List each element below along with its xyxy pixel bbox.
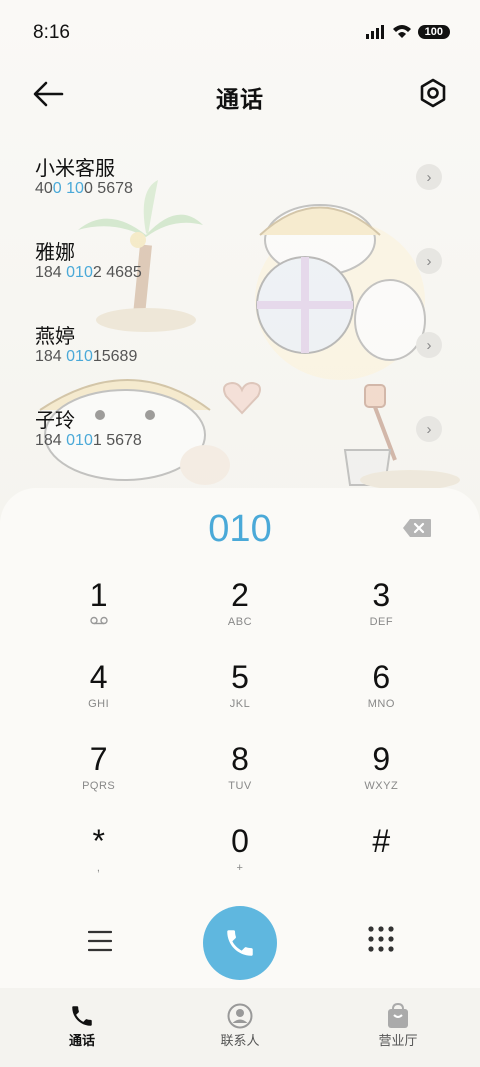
contact-number: 400 100 5678 [35, 180, 133, 197]
key-7[interactable]: 7 PQRS [28, 740, 169, 822]
contact-name: 小米客服 [35, 158, 115, 180]
tab-contacts[interactable]: 联系人 [190, 1002, 290, 1049]
contact-name: 子玲 [35, 410, 75, 432]
phone-icon [72, 1006, 92, 1026]
contact-row[interactable]: 小米客服 400 100 5678 › [0, 146, 480, 230]
key-star[interactable]: *, [28, 822, 169, 904]
key-1[interactable]: 1 [28, 576, 169, 658]
status-icons: 100 [365, 24, 450, 39]
contact-number: 184 01015689 [35, 348, 138, 365]
person-icon [227, 1003, 253, 1029]
key-8[interactable]: 8 TUV [169, 740, 310, 822]
signal-icon [365, 24, 384, 39]
key-6[interactable]: 6 MNO [311, 658, 452, 740]
status-time: 8:16 [33, 22, 70, 43]
contact-row[interactable]: 雅娜 184 0102 4685 › [0, 230, 480, 314]
chevron-right-icon[interactable]: › [416, 248, 442, 274]
settings-gear-icon[interactable] [418, 78, 448, 108]
voicemail-icon [89, 616, 108, 625]
key-2[interactable]: 2 ABC [169, 576, 310, 658]
key-4[interactable]: 4 GHI [28, 658, 169, 740]
contact-name: 雅娜 [35, 242, 75, 264]
bottom-tab-bar: 通话 联系人 营业厅 [0, 988, 480, 1067]
contact-name: 燕婷 [35, 326, 75, 348]
status-bar: 8:16 100 [0, 0, 480, 64]
chevron-right-icon[interactable]: › [416, 332, 442, 358]
key-5[interactable]: 5 JKL [169, 658, 310, 740]
chevron-right-icon[interactable]: › [416, 416, 442, 442]
tab-service-hall[interactable]: 营业厅 [348, 1002, 448, 1049]
menu-icon[interactable] [88, 930, 112, 952]
tab-calls[interactable]: 通话 [32, 1002, 132, 1049]
dialpad-keys: 1 2 ABC 3 DEF 4 GHI 5 JKL 6 MNO 7 PQRS 8 TUV 9W… [28, 576, 452, 904]
battery-indicator: 100 [417, 24, 450, 39]
contact-number: 184 0102 4685 [35, 264, 142, 281]
key-9[interactable]: 9 WXYZ [311, 740, 452, 822]
tab-label: 联系人 [220, 1033, 260, 1048]
key-hash[interactable]: # [311, 822, 452, 904]
shopping-bag-icon [388, 1003, 408, 1028]
dialpad-toggle-icon[interactable] [368, 926, 394, 952]
phone-icon [227, 930, 253, 956]
page-title: 通话 [216, 86, 264, 112]
backspace-icon[interactable] [402, 518, 432, 538]
dialer-action-row [0, 898, 480, 988]
contact-row[interactable]: 子玲 184 0101 5678 › [0, 398, 480, 482]
top-bar: 通话 [0, 70, 480, 120]
contact-suggestion-list: 小米客服 400 100 5678 › 雅娜 184 0102 4685 › 燕… [0, 146, 480, 482]
key-3[interactable]: 3 DEF [311, 576, 452, 658]
key-0[interactable]: 0 + [169, 822, 310, 904]
wifi-icon [392, 25, 411, 38]
call-button[interactable] [203, 906, 277, 980]
contact-number: 184 0101 5678 [35, 432, 142, 449]
contact-row[interactable]: 燕婷 184 01015689 › [0, 314, 480, 398]
tab-label: 通话 [68, 1033, 95, 1048]
tab-label: 营业厅 [378, 1033, 418, 1048]
chevron-right-icon[interactable]: › [416, 164, 442, 190]
